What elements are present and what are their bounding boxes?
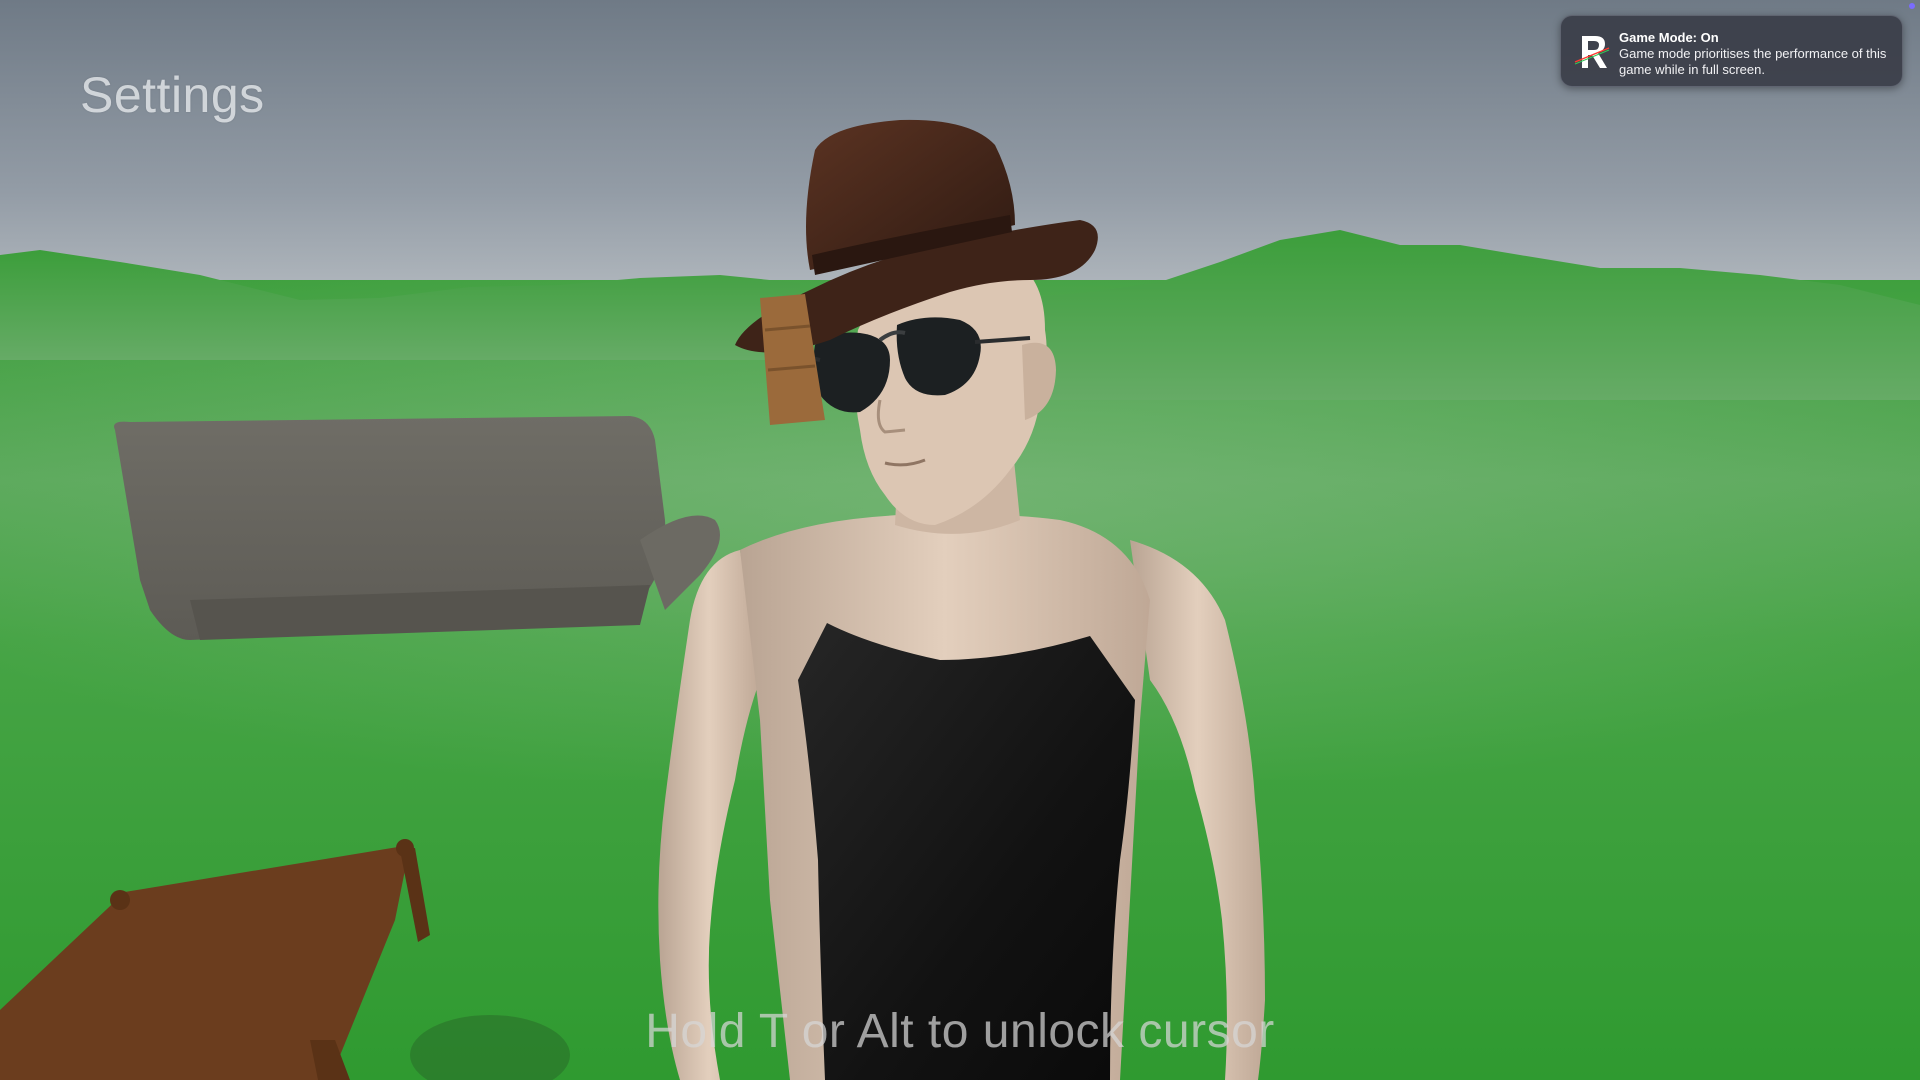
status-indicator-dot [1909, 3, 1915, 9]
sofa-prop [114, 416, 720, 640]
game-mode-notification[interactable]: Game Mode: On Game mode prioritises the … [1560, 15, 1903, 87]
game-viewport[interactable]: Settings Hold T or Alt to unlock cursor … [0, 0, 1920, 1080]
unlock-cursor-hint: Hold T or Alt to unlock cursor [645, 1005, 1275, 1058]
notification-title: Game Mode: On [1619, 30, 1719, 45]
notification-body: Game mode prioritises the performance of… [1619, 46, 1887, 77]
settings-button[interactable]: Settings [80, 66, 265, 124]
game-scene[interactable] [0, 0, 1920, 1080]
app-r-icon [1574, 36, 1610, 68]
